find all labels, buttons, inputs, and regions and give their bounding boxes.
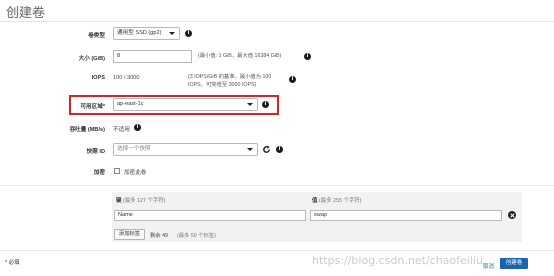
volume-type-select[interactable]: 通用型 SSD (gp2) xyxy=(113,27,180,40)
size-hint: (最小值: 1 GiB，最大值 16384 GiB) xyxy=(198,53,282,59)
page-title: 创建卷 xyxy=(6,6,46,21)
watermark: https://blog.csdn.net/chaofeiliu xyxy=(312,254,483,267)
refresh-icon[interactable] xyxy=(262,145,271,154)
availability-zone-value: ap-east-1c xyxy=(117,101,144,107)
iops-info-icon[interactable]: i xyxy=(289,76,296,83)
iops-value: 100 / 3000 xyxy=(113,75,140,81)
tag-value-input[interactable]: swap xyxy=(310,210,502,221)
availability-zone-info-icon[interactable]: i xyxy=(262,101,269,108)
size-info-icon[interactable]: i xyxy=(304,53,311,60)
footer-divider xyxy=(0,250,554,251)
iops-hint-line1: (3 IOPS/GiB 的基准，最小值为 100 xyxy=(188,74,272,80)
size-input[interactable]: 8 xyxy=(113,50,192,63)
cancel-button[interactable]: 取消 xyxy=(483,262,494,270)
tags-remaining-hint: (最多 50 个标签) xyxy=(177,233,216,239)
chevron-down-icon xyxy=(169,32,175,35)
throughput-info-icon[interactable]: i xyxy=(134,124,141,131)
volume-type-value: 通用型 SSD (gp2) xyxy=(117,30,162,36)
encryption-checkbox[interactable] xyxy=(114,168,120,174)
chevron-down-icon xyxy=(247,148,253,151)
required-note: * 必填 xyxy=(5,260,20,266)
encryption-checkbox-label: 加密此卷 xyxy=(124,170,147,176)
snapshot-select[interactable]: 选择一个快照 xyxy=(113,143,258,156)
tags-remaining: 剩余 49 xyxy=(150,233,168,239)
tag-value-header-label: 值 xyxy=(312,198,318,204)
snapshot-info-icon[interactable]: i xyxy=(276,146,283,153)
chevron-down-icon xyxy=(247,103,253,106)
volume-type-info-icon[interactable]: i xyxy=(185,30,192,37)
create-volume-button[interactable]: 创建卷 xyxy=(500,258,528,269)
throughput-value: 不适用 xyxy=(113,127,130,133)
tag-key-input[interactable]: Name xyxy=(114,210,306,221)
availability-zone-select[interactable]: ap-east-1c xyxy=(113,98,258,111)
encryption-label: 加密 xyxy=(93,170,105,176)
iops-hint-line2: IOPS，可突增至 3000 IOPS) xyxy=(188,82,257,88)
snapshot-placeholder: 选择一个快照 xyxy=(117,146,151,152)
volume-type-label: 卷类型 xyxy=(88,33,105,39)
remove-tag-icon[interactable] xyxy=(508,211,516,219)
tag-key-hint: (最多 127 个字符) xyxy=(122,198,166,204)
title-divider xyxy=(0,21,554,22)
size-label: 大小 (GiB) xyxy=(78,56,105,62)
add-tag-button[interactable]: 添加标签 xyxy=(114,229,145,240)
tag-value-hint: (最多 255 个字符) xyxy=(318,198,362,204)
availability-zone-label: 可用区域* xyxy=(80,104,105,110)
section-divider xyxy=(0,185,554,186)
tag-key-header-label: 键 xyxy=(116,198,122,204)
throughput-label: 吞吐量 (MB/s) xyxy=(69,127,105,133)
tag-key-header: 键 (最多 127 个字符) xyxy=(116,196,165,204)
tag-value-header: 值 (最多 255 个字符) xyxy=(312,196,361,204)
snapshot-label: 快照 ID xyxy=(86,149,105,155)
iops-label: IOPS xyxy=(91,75,105,81)
